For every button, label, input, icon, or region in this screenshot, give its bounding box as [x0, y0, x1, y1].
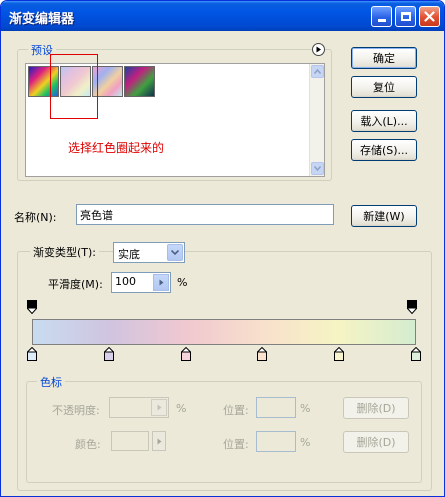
dropdown-button[interactable] — [167, 244, 183, 261]
color-stop[interactable] — [180, 347, 191, 361]
load-button[interactable]: 载入(L)... — [351, 110, 417, 132]
smoothness-value: 100 — [115, 275, 136, 288]
gradient-type-label: 渐变类型(T): — [30, 244, 100, 260]
ok-button[interactable]: 确定 — [351, 47, 417, 69]
color-stops-group: 色标 不透明度: % 位置: % 删除(D) 颜色: 位置: % 删除(D) — [26, 374, 422, 483]
color-stop[interactable] — [334, 347, 345, 361]
gradient-preview-bar[interactable] — [32, 319, 416, 345]
color-menu-button — [152, 431, 166, 451]
minimize-button[interactable] — [371, 6, 392, 27]
preset-swatch-dark-spectrum[interactable] — [124, 66, 155, 97]
gradient-type-value: 实底 — [118, 248, 140, 261]
opacity-stop-right[interactable] — [407, 300, 417, 314]
name-input[interactable]: 亮色谱 — [76, 204, 334, 225]
play-icon — [316, 46, 321, 53]
color-label: 颜色: — [75, 438, 101, 451]
opacity-position-percent: % — [300, 402, 311, 415]
smoothness-label: 平滑度(M): — [48, 278, 103, 291]
presets-menu-button[interactable] — [312, 43, 325, 56]
chevron-down-icon — [314, 166, 321, 171]
gradient-group: 渐变类型(T): 实底 平滑度(M): 100 % 色标 不透明度: % 位置:… — [17, 242, 432, 491]
color-stop[interactable] — [411, 347, 421, 361]
opacity-percent: % — [176, 402, 187, 415]
window-title: 渐变编辑器 — [9, 12, 75, 27]
opacity-position-input — [256, 397, 296, 418]
smoothness-percent: % — [177, 276, 188, 289]
new-button[interactable]: 新建(W) — [351, 205, 417, 227]
smoothness-slider-button[interactable] — [153, 274, 169, 291]
gradient-type-select[interactable]: 实底 — [113, 242, 185, 263]
presets-group: 预设 选择红色圈起来的 — [17, 42, 332, 181]
maximize-icon — [400, 12, 411, 21]
red-highlight-box — [50, 54, 98, 119]
name-label: 名称(N): — [14, 211, 57, 224]
color-swatch — [111, 431, 149, 451]
triangle-right-icon — [157, 438, 161, 444]
presets-list[interactable]: 选择红色圈起来的 — [25, 54, 325, 177]
color-position-label: 位置: — [223, 438, 249, 451]
maximize-button[interactable] — [395, 6, 416, 27]
stops-legend: 色标 — [37, 374, 65, 390]
color-stop[interactable] — [257, 347, 268, 361]
color-position-input — [256, 431, 296, 452]
gradient-editor-window: 渐变编辑器 预设 选择红色圈起来的 确定 复位 载入(L)... 存储(S)..… — [0, 0, 445, 497]
minimize-icon — [377, 19, 386, 22]
opacity-stop-left[interactable] — [27, 300, 37, 314]
color-position-percent: % — [300, 436, 311, 449]
color-stop[interactable] — [27, 347, 37, 361]
opacity-slider-button — [151, 399, 167, 416]
title-bar[interactable]: 渐变编辑器 — [1, 1, 444, 31]
triangle-right-icon — [159, 279, 163, 286]
opacity-position-label: 位置: — [223, 404, 249, 417]
reset-button[interactable]: 复位 — [351, 76, 417, 98]
delete-color-stop-button: 删除(D) — [343, 431, 409, 453]
close-button[interactable] — [419, 6, 440, 27]
triangle-right-icon — [157, 404, 161, 411]
smoothness-input[interactable]: 100 — [111, 272, 171, 293]
delete-opacity-stop-button: 删除(D) — [343, 397, 409, 419]
scroll-up-button[interactable] — [311, 65, 324, 78]
chevron-down-icon — [171, 250, 179, 255]
preset-annotation-text: 选择红色圈起来的 — [68, 141, 165, 155]
color-stop[interactable] — [103, 347, 114, 361]
save-button[interactable]: 存储(S)... — [351, 139, 417, 161]
opacity-input — [109, 397, 169, 418]
scroll-down-button[interactable] — [311, 162, 324, 175]
chevron-up-icon — [314, 69, 321, 74]
close-icon — [424, 11, 435, 22]
opacity-label: 不透明度: — [52, 404, 100, 417]
presets-scrollbar[interactable] — [309, 64, 324, 176]
